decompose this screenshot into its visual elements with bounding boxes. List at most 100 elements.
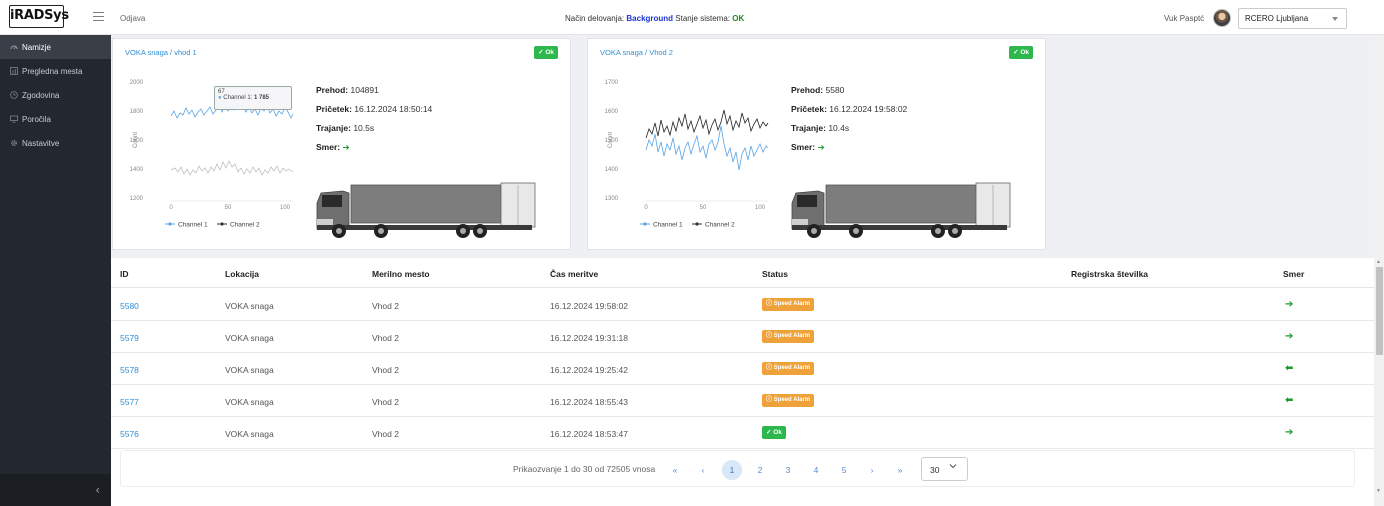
smer-label: Smer: [316,142,341,152]
trajanje-value: 10.5s [350,123,375,133]
cell-id[interactable]: 5576 [120,429,139,439]
page-scrollbar[interactable]: ▲ ▼ [1374,35,1384,506]
cell-mesto: Vhod 2 [372,429,399,439]
channel-1-line [645,125,769,171]
cell-id[interactable]: 5578 [120,365,139,375]
x-tick: 0 [169,205,173,211]
y-tick: 1400 [130,167,144,173]
chevron-down-icon [1332,17,1338,21]
app-logo[interactable]: iRADSys [9,5,69,28]
column-header-lokacija[interactable]: Lokacija [225,269,259,279]
sidebar-item-nastavitve[interactable]: Nastavitve [0,131,111,155]
logout-link[interactable]: Odjava [120,14,145,23]
cell-id[interactable]: 5580 [120,301,139,311]
legend-channel-1: Channel 1 [178,222,208,229]
x-tick: 50 [225,205,232,211]
menu-toggle-icon[interactable] [93,12,104,22]
table-row[interactable]: 5580 VOKA snaga Vhod 2 16.12.2024 19:58:… [111,289,1374,321]
page-button-1[interactable]: 1 [722,460,742,480]
zacetek-value: 16.12.2024 19:58:02 [826,104,908,114]
scroll-down-arrow-icon[interactable]: ▼ [1376,488,1381,494]
page-button-5[interactable]: 5 [834,460,854,480]
sidebar-item-pregledna-mesta[interactable]: Pregledna mesta [0,59,111,83]
system-status-line: Način delovanja: Background Stanje siste… [565,14,744,23]
legend-channel-1: Channel 1 [653,222,683,229]
gear-icon [10,139,18,147]
passage-info: Prehod: 5580 Pričetek: 16.12.2024 19:58:… [791,85,907,161]
card-title[interactable]: VOKA snaga / Vhod 2 [600,48,673,57]
page-button-2[interactable]: 2 [750,460,770,480]
cell-lokacija: VOKA snaga [225,397,274,407]
arrow-right-icon: ➔ [1285,299,1294,310]
cell-id[interactable]: 5579 [120,333,139,343]
x-tick: 50 [700,205,707,211]
table-row[interactable]: 5576 VOKA snaga Vhod 2 16.12.2024 18:53:… [111,417,1374,449]
user-name[interactable]: Vuk Pasptć [1164,14,1204,23]
chevron-down-icon [949,464,957,469]
truck-icon [791,182,1011,238]
y-axis-label: Count [608,132,614,148]
page-button-4[interactable]: 4 [806,460,826,480]
first-page-button[interactable]: « [665,460,685,480]
table-row[interactable]: 5578 VOKA snaga Vhod 2 16.12.2024 19:25:… [111,353,1374,385]
location-select-value: RCERO Ljubljana [1245,14,1309,23]
cell-lokacija: VOKA snaga [225,365,274,375]
sidebar-item-label: Poročila [22,114,51,124]
column-header-registrska[interactable]: Registrska številka [1071,269,1148,279]
sidebar-item-porocila[interactable]: Poročila [0,107,111,131]
signal-chart[interactable]: 1700 1600 1500 1400 1300 0 50 100 Count … [598,74,788,244]
avatar[interactable] [1213,9,1231,27]
gate-card-1: VOKA snaga / vhod 1 ✓ Ok 2000 1800 1600 … [112,38,571,250]
column-header-smer[interactable]: Smer [1283,269,1304,279]
y-tick: 1200 [130,196,144,202]
top-bar: iRADSys Odjava Način delovanja: Backgrou… [0,0,1384,35]
arrow-left-icon: ⬅ [1285,363,1294,374]
prev-page-button[interactable]: ‹ [693,460,713,480]
sidebar-item-label: Nastavitve [22,138,60,148]
scroll-up-arrow-icon[interactable]: ▲ [1376,259,1381,265]
x-tick: 100 [755,205,766,211]
dashboard-icon [10,43,18,51]
column-header-cas[interactable]: Čas meritve [550,269,598,279]
x-tick: 100 [280,205,291,211]
column-header-merilno-mesto[interactable]: Merilno mesto [372,269,430,279]
page-size-select[interactable]: 30 [921,457,968,481]
cell-cas: 16.12.2024 19:31:18 [550,333,628,343]
scrollbar-thumb[interactable] [1375,267,1383,355]
status-badge: ⓘ Speed Alarm [762,330,815,343]
passage-info: Prehod: 104891 Pričetek: 16.12.2024 18:5… [316,85,432,161]
cell-id[interactable]: 5577 [120,397,139,407]
next-page-button[interactable]: › [862,460,882,480]
chart-legend[interactable]: Channel 1 Channel 2 [640,222,735,229]
table-row[interactable]: 5577 VOKA snaga Vhod 2 16.12.2024 18:55:… [111,385,1374,417]
state-label: Stanje sistema: [675,14,730,23]
chart-legend[interactable]: Channel 1 Channel 2 [165,222,260,229]
status-badge: ⓘ Speed Alarm [762,298,815,311]
trajanje-value: 10.4s [825,123,850,133]
table-row[interactable]: 5579 VOKA snaga Vhod 2 16.12.2024 19:31:… [111,321,1374,353]
cell-lokacija: VOKA snaga [225,301,274,311]
sidebar-item-zgodovina[interactable]: Zgodovina [0,83,111,107]
column-header-id[interactable]: ID [120,269,129,279]
location-select[interactable]: RCERO Ljubljana [1238,8,1347,29]
chevron-left-icon[interactable]: ‹ [95,483,100,497]
state-value: OK [732,14,745,23]
status-badge: ⓘ Speed Alarm [762,362,815,375]
sidebar-item-namizje[interactable]: Namizje [0,35,111,59]
sidebar-item-label: Namizje [22,42,51,52]
y-tick: 1600 [605,109,619,115]
chart-tooltip: 67 ● Channel 1: 1 785 [214,86,292,110]
column-header-status[interactable]: Status [762,269,788,279]
monitor-icon [10,115,18,123]
page-size-value: 30 [930,465,940,475]
last-page-button[interactable]: » [890,460,910,480]
y-tick: 2000 [130,80,144,86]
card-title[interactable]: VOKA snaga / vhod 1 [125,48,197,57]
truck-icon [316,182,536,238]
y-tick: 1300 [605,196,619,202]
legend-channel-2: Channel 2 [230,222,260,229]
page-button-3[interactable]: 3 [778,460,798,480]
gate-card-2: VOKA snaga / Vhod 2 ✓ Ok 1700 1600 1500 … [587,38,1046,250]
mode-label: Način delovanja: [565,14,625,23]
channel-2-line [645,109,769,139]
